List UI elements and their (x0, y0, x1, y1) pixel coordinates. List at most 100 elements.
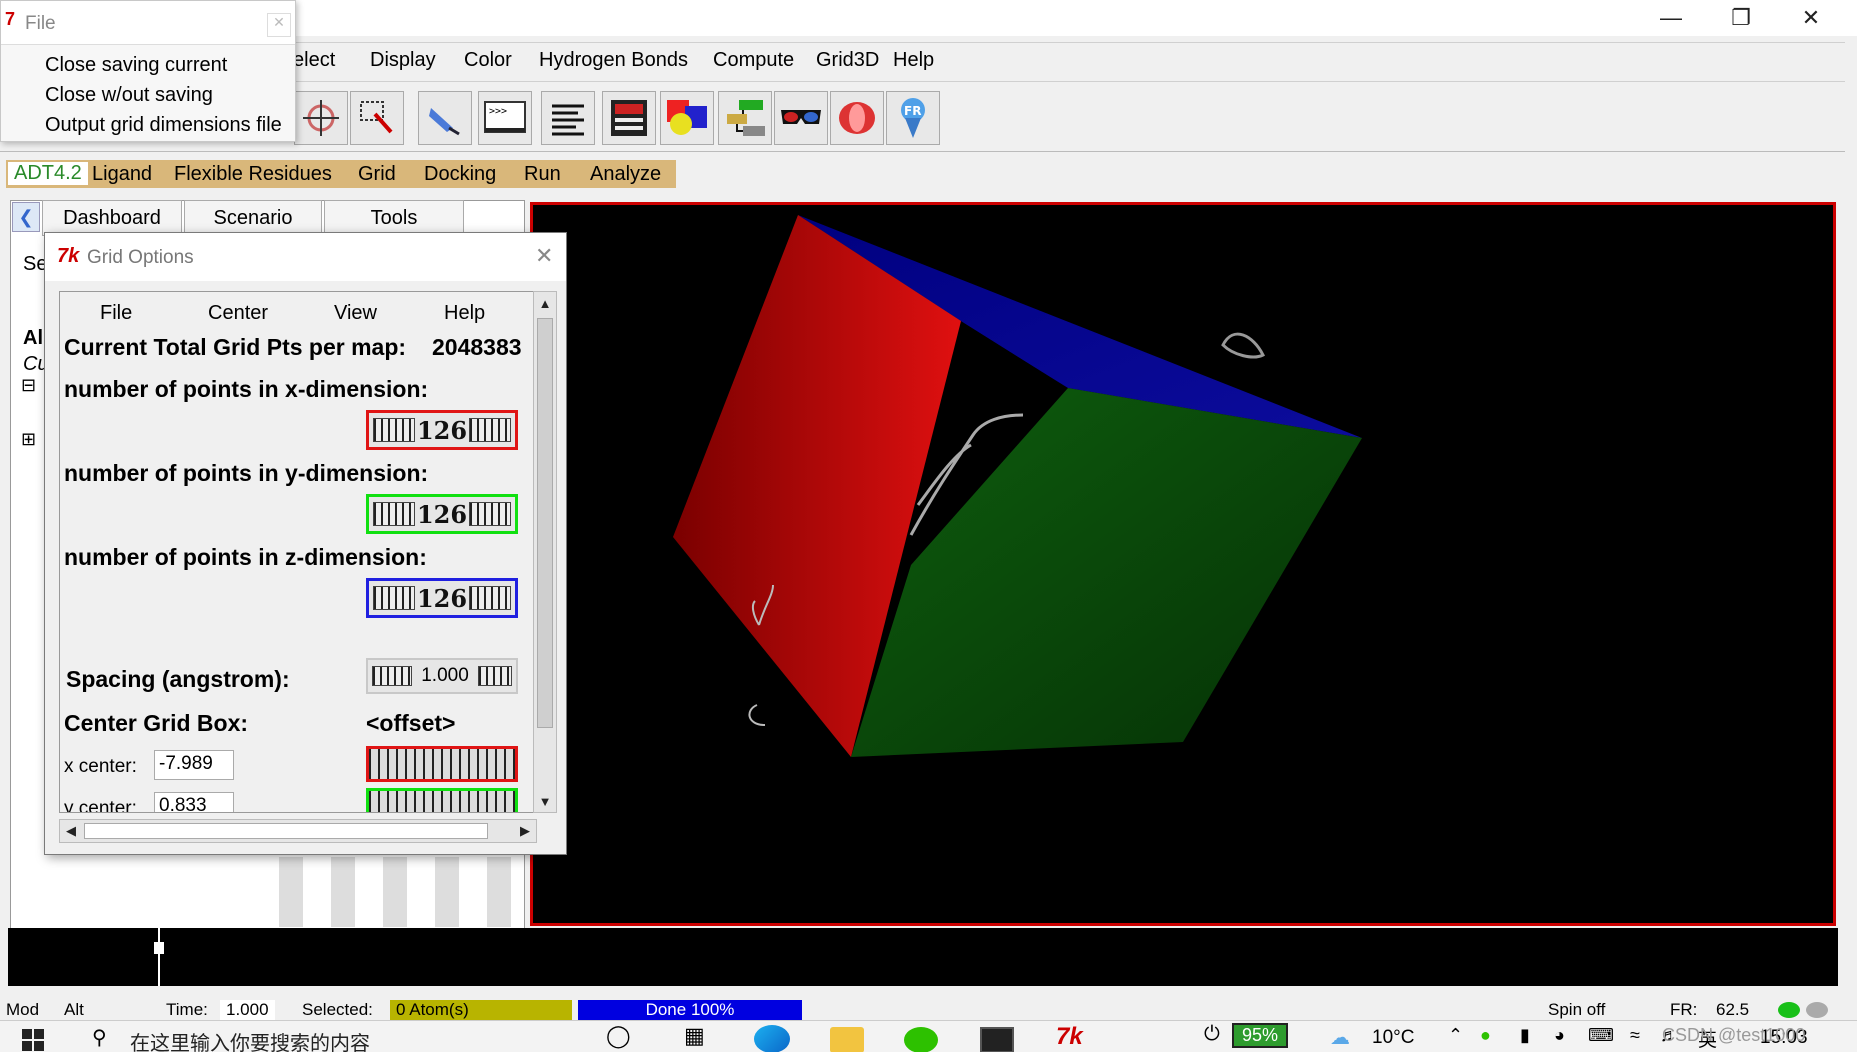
power-plug-icon: ⏻ (1204, 1023, 1220, 1045)
menu-display[interactable]: Display (370, 49, 436, 72)
dial-ticks (477, 666, 512, 686)
menu-color[interactable]: Color (464, 49, 512, 72)
dial-ticks (373, 586, 415, 610)
text-lines-icon[interactable] (541, 91, 595, 145)
file-menu-close-icon[interactable]: ✕ (267, 13, 291, 37)
search-icon[interactable]: ⚲ (92, 1025, 107, 1050)
adt-docking-item[interactable]: Docking (424, 163, 496, 186)
dial-ticks (373, 502, 415, 526)
stereo-glasses-icon[interactable] (774, 91, 828, 145)
windows-start-icon[interactable] (22, 1029, 44, 1051)
file-dropdown-menu: 7 File ✕ Close saving current Close w/ou… (0, 0, 296, 142)
collapse-icon[interactable]: ⊟ (21, 375, 36, 396)
adt-grid-item[interactable]: Grid (358, 163, 396, 186)
restore-icon[interactable]: ❐ (1706, 0, 1776, 36)
taskbar-search-input[interactable]: 在这里输入你要搜索的内容 (130, 1027, 370, 1052)
menu-item-close-without-saving[interactable]: Close w/out saving (45, 84, 213, 107)
tray-usb-icon[interactable]: ▮ (1520, 1025, 1530, 1046)
windows-taskbar: ⚲ 在这里输入你要搜索的内容 ◯ ▦ 7k ⏻ 95% ☁ 10°C ⌃ ● ▮… (0, 1020, 1857, 1052)
z-dimension-dial[interactable]: 126 (366, 578, 518, 618)
y-center-input[interactable]: 0.833 (154, 792, 234, 812)
grid-menu-view[interactable]: View (334, 302, 377, 325)
tk-app-icon[interactable]: 7k (1056, 1023, 1083, 1051)
dial-ticks (372, 666, 412, 686)
scroll-right-icon[interactable]: ▶ (514, 820, 536, 842)
menu-compute[interactable]: Compute (713, 49, 794, 72)
menu-grid3d[interactable]: Grid3D (816, 49, 879, 72)
expand-icon[interactable]: ⊞ (21, 429, 36, 450)
crosshair-icon[interactable] (294, 91, 348, 145)
scroll-up-icon[interactable]: ▲ (534, 292, 556, 314)
dial-ticks (373, 418, 415, 442)
spacing-dial[interactable]: 1.000 (366, 658, 518, 694)
file-explorer-icon[interactable] (830, 1027, 864, 1052)
y-center-thumbwheel[interactable] (366, 788, 518, 812)
menu-hydrogen-bonds[interactable]: Hydrogen Bonds (539, 49, 688, 72)
menu-help[interactable]: Help (893, 49, 934, 72)
scroll-down-icon[interactable]: ▼ (534, 790, 556, 812)
collapse-panel-icon[interactable]: ❮ (12, 202, 40, 232)
csdn-watermark: CSDN @test1000 (1662, 1025, 1806, 1045)
3d-viewer-canvas[interactable] (530, 202, 1836, 926)
horizontal-scrollbar[interactable]: ◀ ▶ (59, 819, 537, 843)
python-shell-icon[interactable]: >>> (478, 91, 532, 145)
adt-ligand-item[interactable]: Ligand (92, 163, 152, 186)
molecule-fragment-top (1221, 332, 1266, 359)
minimize-icon[interactable]: — (1636, 0, 1706, 36)
status-progress: Done 100% (578, 1000, 802, 1020)
slider-track (158, 928, 160, 986)
adt-version-item[interactable]: ADT4.2 (8, 162, 88, 185)
slider-handle[interactable] (154, 942, 164, 954)
grid-menu-help[interactable]: Help (444, 302, 485, 325)
x-center-thumbwheel[interactable] (366, 746, 518, 782)
panel-grid-stripes (251, 857, 523, 927)
x-dimension-dial[interactable]: 126 (366, 410, 518, 450)
tray-keyboard-icon[interactable]: ⌨ (1588, 1025, 1614, 1046)
dashboard-panel-icon[interactable] (602, 91, 656, 145)
hand-pointer-icon[interactable] (418, 91, 472, 145)
task-search-icon[interactable]: ◯ (606, 1023, 631, 1049)
horizontal-scroll-thumb[interactable] (84, 823, 488, 839)
menu-item-output-grid-dimensions[interactable]: Output grid dimensions file (45, 114, 282, 137)
molecule-fragment-bottom (748, 704, 766, 726)
menu-select[interactable]: elect (293, 49, 335, 72)
file-menu-titlebar: 7 File ✕ (1, 1, 295, 45)
task-view-icon[interactable]: ▦ (684, 1023, 705, 1049)
tab-dashboard[interactable]: Dashboard (42, 200, 182, 236)
adt-run-item[interactable]: Run (524, 163, 561, 186)
status-spin[interactable]: Spin off (1548, 1000, 1605, 1020)
fr-logo-icon[interactable]: FR (886, 91, 940, 145)
tray-network-icon[interactable]: ◕ (1554, 1025, 1565, 1046)
tab-tools[interactable]: Tools (324, 200, 464, 236)
vertical-scroll-thumb[interactable] (537, 318, 553, 728)
edge-browser-icon[interactable] (754, 1025, 790, 1052)
dialog-close-icon[interactable]: ✕ (535, 243, 553, 269)
tray-chevron-up-icon[interactable]: ⌃ (1448, 1025, 1463, 1046)
spacing-value: 1.000 (421, 665, 469, 686)
offset-label[interactable]: <offset> (366, 710, 455, 737)
terminal-icon[interactable] (980, 1027, 1014, 1052)
close-icon[interactable]: ✕ (1776, 0, 1846, 36)
menu-item-close-saving[interactable]: Close saving current (45, 54, 227, 77)
y-dimension-dial[interactable]: 126 (366, 494, 518, 534)
adt-flexible-residues-item[interactable]: Flexible Residues (174, 163, 332, 186)
grid-menu-file[interactable]: File (100, 302, 132, 325)
fog-clip-icon[interactable] (830, 91, 884, 145)
battery-indicator[interactable]: 95% (1232, 1023, 1289, 1048)
status-time-value[interactable]: 1.000 (220, 1000, 275, 1020)
dial-ticks (468, 418, 511, 442)
vertical-scrollbar[interactable]: ▲ ▼ (533, 291, 557, 813)
status-fr-value: 62.5 (1716, 1000, 1750, 1019)
tab-scenario[interactable]: Scenario (184, 200, 322, 236)
color-spheres-icon[interactable] (660, 91, 714, 145)
select-pick-icon[interactable] (350, 91, 404, 145)
adt-analyze-item[interactable]: Analyze (590, 163, 661, 186)
grid-menu-center[interactable]: Center (208, 302, 268, 325)
hierarchy-icon[interactable] (718, 91, 772, 145)
tray-wifi-icon[interactable]: ≈ (1630, 1025, 1640, 1046)
x-center-input[interactable]: -7.989 (154, 750, 234, 780)
tray-wechat-icon[interactable]: ● (1480, 1025, 1491, 1046)
wechat-icon[interactable] (904, 1027, 938, 1052)
scroll-left-icon[interactable]: ◀ (60, 820, 82, 842)
weather-temperature[interactable]: 10°C (1372, 1027, 1414, 1049)
